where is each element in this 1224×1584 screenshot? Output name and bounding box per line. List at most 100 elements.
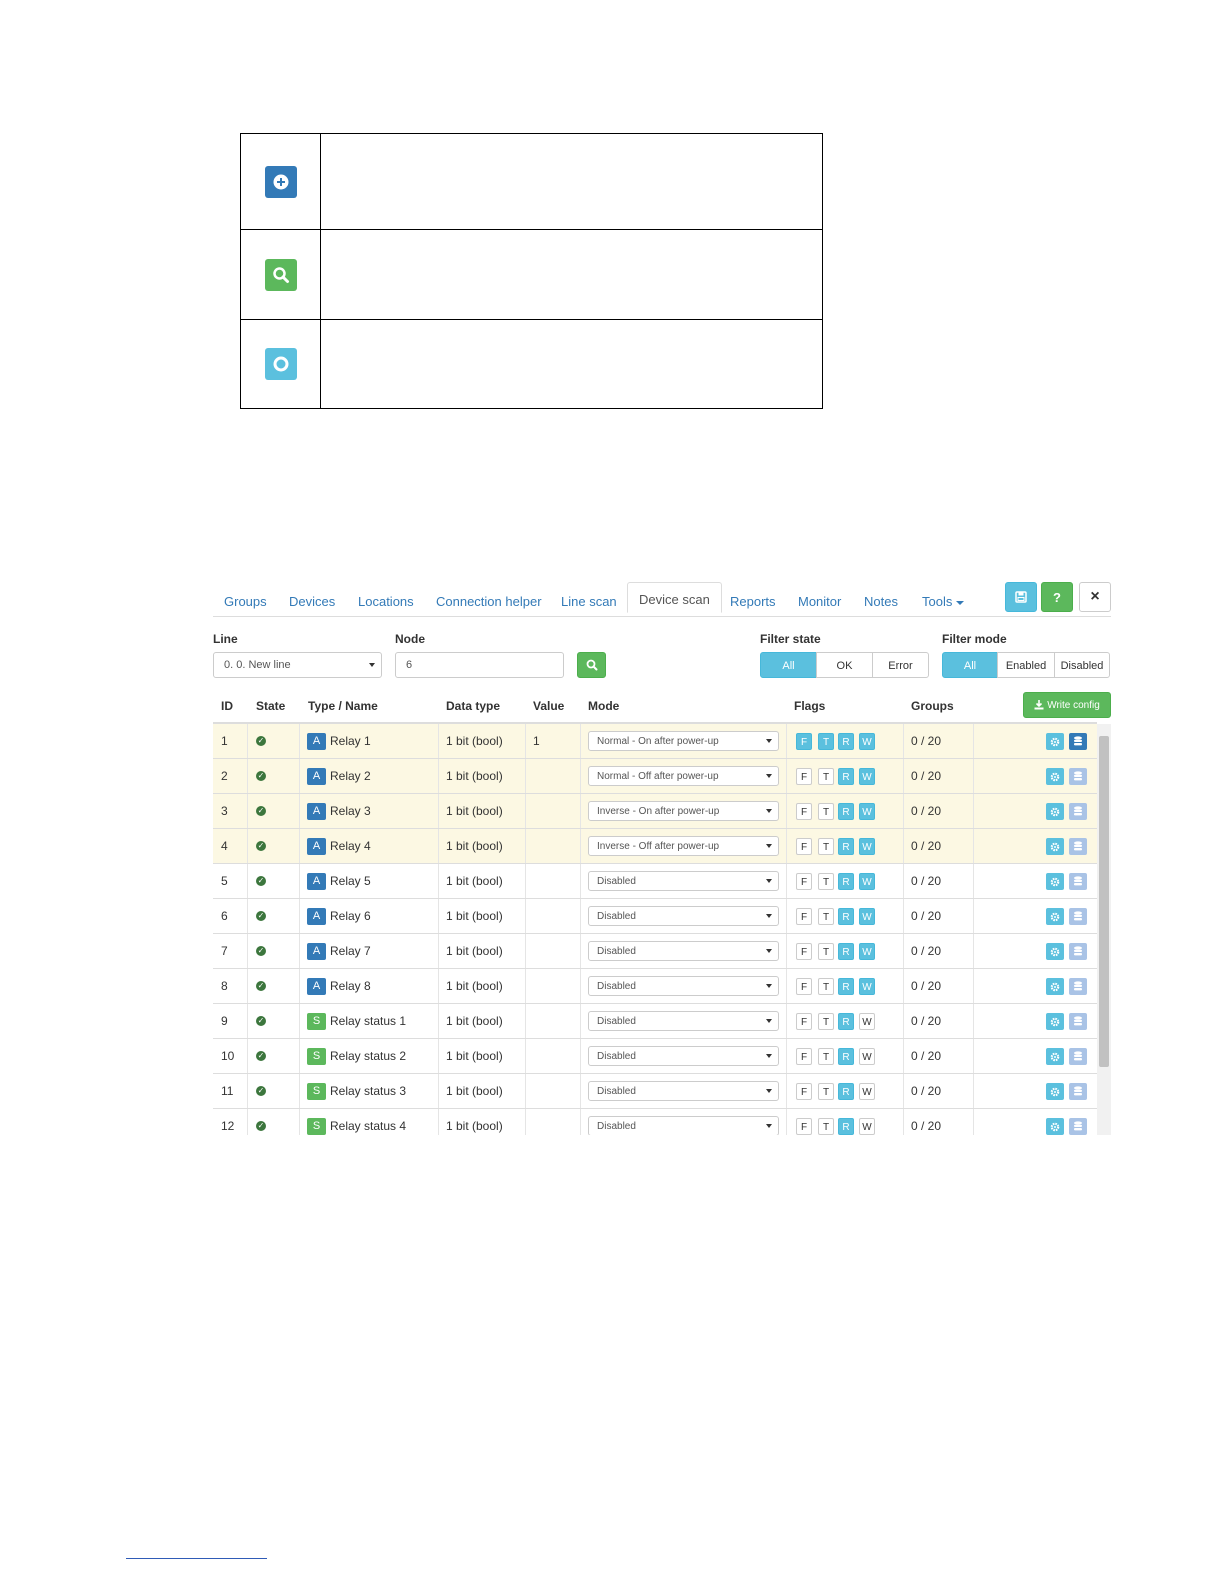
- flag-f-toggle[interactable]: F: [796, 838, 812, 855]
- flag-r-toggle[interactable]: R: [838, 1048, 854, 1065]
- mode-select[interactable]: Disabled: [588, 941, 779, 961]
- row-type-name[interactable]: A Relay 1: [307, 724, 371, 758]
- mode-select[interactable]: Disabled: [588, 1081, 779, 1101]
- flag-w-toggle[interactable]: W: [859, 873, 875, 890]
- flag-f-toggle[interactable]: F: [796, 733, 812, 750]
- flag-f-toggle[interactable]: F: [796, 768, 812, 785]
- tab-locations[interactable]: Locations: [347, 586, 425, 616]
- mode-select[interactable]: Inverse - Off after power-up: [588, 836, 779, 856]
- flag-r-toggle[interactable]: R: [838, 803, 854, 820]
- flag-w-toggle[interactable]: W: [859, 1013, 875, 1030]
- flag-t-toggle[interactable]: T: [818, 803, 834, 820]
- tab-devices[interactable]: Devices: [278, 586, 346, 616]
- flag-f-toggle[interactable]: F: [796, 803, 812, 820]
- save-button[interactable]: [1005, 582, 1037, 612]
- gear-button[interactable]: [1046, 803, 1064, 820]
- flag-r-toggle[interactable]: R: [838, 838, 854, 855]
- row-type-name[interactable]: A Relay 5: [307, 864, 371, 898]
- database-button[interactable]: [1069, 1048, 1087, 1065]
- flag-t-toggle[interactable]: T: [818, 1013, 834, 1030]
- flag-t-toggle[interactable]: T: [818, 733, 834, 750]
- mode-select[interactable]: Disabled: [588, 871, 779, 891]
- flag-t-toggle[interactable]: T: [818, 873, 834, 890]
- filter-state-ok[interactable]: OK: [816, 652, 873, 678]
- close-button[interactable]: ×: [1079, 582, 1111, 612]
- flag-t-toggle[interactable]: T: [818, 943, 834, 960]
- flag-w-toggle[interactable]: W: [859, 978, 875, 995]
- flag-t-toggle[interactable]: T: [818, 978, 834, 995]
- gear-button[interactable]: [1046, 978, 1064, 995]
- table-scrollbar[interactable]: [1097, 724, 1111, 1135]
- mode-select[interactable]: Disabled: [588, 1116, 779, 1135]
- flag-w-toggle[interactable]: W: [859, 803, 875, 820]
- database-button[interactable]: [1069, 1118, 1087, 1135]
- tab-notes[interactable]: Notes: [853, 586, 909, 616]
- database-button[interactable]: [1069, 803, 1087, 820]
- flag-f-toggle[interactable]: F: [796, 873, 812, 890]
- row-type-name[interactable]: A Relay 3: [307, 794, 371, 828]
- gear-button[interactable]: [1046, 1013, 1064, 1030]
- tab-line-scan[interactable]: Line scan: [550, 586, 628, 616]
- tab-reports[interactable]: Reports: [719, 586, 787, 616]
- gear-button[interactable]: [1046, 733, 1064, 750]
- scrollbar-thumb[interactable]: [1099, 736, 1109, 1067]
- flag-r-toggle[interactable]: R: [838, 733, 854, 750]
- flag-r-toggle[interactable]: R: [838, 908, 854, 925]
- tab-device-scan[interactable]: Device scan: [627, 582, 722, 613]
- help-button[interactable]: ?: [1041, 582, 1073, 612]
- flag-r-toggle[interactable]: R: [838, 978, 854, 995]
- filter-mode-enabled[interactable]: Enabled: [997, 652, 1055, 678]
- gear-button[interactable]: [1046, 873, 1064, 890]
- tab-tools[interactable]: Tools: [911, 586, 975, 616]
- row-type-name[interactable]: A Relay 7: [307, 934, 371, 968]
- flag-t-toggle[interactable]: T: [818, 908, 834, 925]
- flag-f-toggle[interactable]: F: [796, 943, 812, 960]
- gear-button[interactable]: [1046, 943, 1064, 960]
- database-button[interactable]: [1069, 733, 1087, 750]
- flag-f-toggle[interactable]: F: [796, 1048, 812, 1065]
- scan-search-button[interactable]: [577, 652, 606, 678]
- mode-select[interactable]: Normal - On after power-up: [588, 731, 779, 751]
- gear-button[interactable]: [1046, 1083, 1064, 1100]
- mode-select[interactable]: Disabled: [588, 1046, 779, 1066]
- flag-r-toggle[interactable]: R: [838, 1013, 854, 1030]
- flag-r-toggle[interactable]: R: [838, 943, 854, 960]
- flag-t-toggle[interactable]: T: [818, 838, 834, 855]
- flag-f-toggle[interactable]: F: [796, 978, 812, 995]
- database-button[interactable]: [1069, 873, 1087, 890]
- row-type-name[interactable]: S Relay status 4: [307, 1109, 406, 1135]
- database-button[interactable]: [1069, 1013, 1087, 1030]
- flag-w-toggle[interactable]: W: [859, 908, 875, 925]
- flag-f-toggle[interactable]: F: [796, 1118, 812, 1135]
- flag-t-toggle[interactable]: T: [818, 768, 834, 785]
- flag-w-toggle[interactable]: W: [859, 733, 875, 750]
- line-select[interactable]: 0. 0. New line: [213, 652, 382, 678]
- flag-r-toggle[interactable]: R: [838, 1083, 854, 1100]
- gear-button[interactable]: [1046, 768, 1064, 785]
- mode-select[interactable]: Disabled: [588, 976, 779, 996]
- flag-t-toggle[interactable]: T: [818, 1048, 834, 1065]
- database-button[interactable]: [1069, 838, 1087, 855]
- row-type-name[interactable]: A Relay 2: [307, 759, 371, 793]
- filter-mode-all[interactable]: All: [942, 652, 998, 678]
- row-type-name[interactable]: A Relay 8: [307, 969, 371, 1003]
- mode-select[interactable]: Disabled: [588, 1011, 779, 1031]
- flag-r-toggle[interactable]: R: [838, 1118, 854, 1135]
- flag-t-toggle[interactable]: T: [818, 1118, 834, 1135]
- tab-groups[interactable]: Groups: [213, 586, 278, 616]
- database-button[interactable]: [1069, 768, 1087, 785]
- filter-mode-disabled[interactable]: Disabled: [1054, 652, 1110, 678]
- gear-button[interactable]: [1046, 838, 1064, 855]
- gear-button[interactable]: [1046, 1048, 1064, 1065]
- flag-w-toggle[interactable]: W: [859, 768, 875, 785]
- flag-w-toggle[interactable]: W: [859, 1083, 875, 1100]
- row-type-name[interactable]: S Relay status 2: [307, 1039, 406, 1073]
- flag-r-toggle[interactable]: R: [838, 768, 854, 785]
- tab-monitor[interactable]: Monitor: [787, 586, 852, 616]
- write-config-button[interactable]: Write config: [1023, 692, 1111, 718]
- row-type-name[interactable]: A Relay 6: [307, 899, 371, 933]
- tab-connection-helper[interactable]: Connection helper: [425, 586, 553, 616]
- flag-f-toggle[interactable]: F: [796, 1013, 812, 1030]
- database-button[interactable]: [1069, 908, 1087, 925]
- filter-state-error[interactable]: Error: [872, 652, 929, 678]
